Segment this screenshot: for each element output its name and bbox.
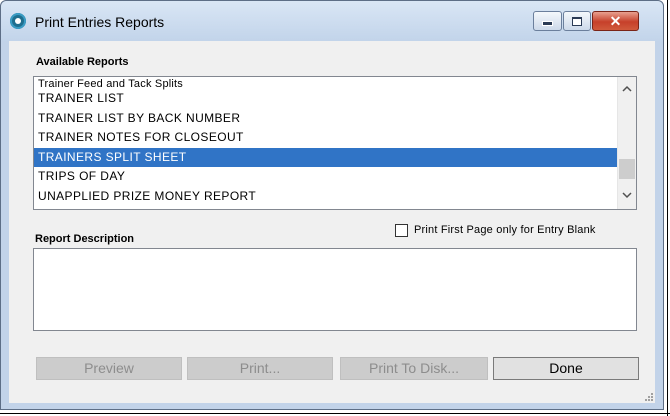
list-item[interactable]: TRIPS OF DAY xyxy=(34,167,619,187)
done-button[interactable]: Done xyxy=(493,357,639,380)
app-logo-icon xyxy=(10,13,26,29)
maximize-button[interactable] xyxy=(563,11,591,31)
available-reports-label: Available Reports xyxy=(36,56,129,68)
list-item[interactable]: Trainer Feed and Tack Splits xyxy=(34,77,619,90)
close-icon: ✕ xyxy=(609,13,622,29)
print-to-disk-button[interactable]: Print To Disk... xyxy=(340,357,488,380)
background-edge xyxy=(0,413,670,414)
minimize-icon xyxy=(542,21,553,26)
window-title: Print Entries Reports xyxy=(35,14,165,30)
close-button[interactable]: ✕ xyxy=(592,11,639,31)
list-item[interactable]: TRAINER LIST xyxy=(34,89,619,109)
chevron-up-icon[interactable] xyxy=(618,81,636,99)
resize-grip-icon[interactable] xyxy=(643,391,653,401)
dialog-body: Available Reports Trainer Feed and Tack … xyxy=(9,41,655,403)
scroll-thumb[interactable] xyxy=(619,159,635,179)
print-first-page-checkbox[interactable] xyxy=(395,224,408,237)
print-first-page-label[interactable]: Print First Page only for Entry Blank xyxy=(414,224,596,236)
print-entries-reports-dialog: Print Entries Reports ✕ Available Report… xyxy=(0,0,664,410)
vertical-scrollbar[interactable] xyxy=(617,77,636,209)
report-items: Trainer Feed and Tack Splits TRAINER LIS… xyxy=(34,77,619,206)
print-button[interactable]: Print... xyxy=(187,357,333,380)
maximize-icon xyxy=(572,17,582,26)
background-edge xyxy=(667,0,668,416)
preview-button[interactable]: Preview xyxy=(36,357,182,380)
title-bar[interactable]: Print Entries Reports ✕ xyxy=(1,1,663,41)
report-description-box[interactable] xyxy=(33,248,637,331)
list-item[interactable]: TRAINER NOTES FOR CLOSEOUT xyxy=(34,128,619,148)
chevron-down-icon[interactable] xyxy=(618,187,636,205)
list-item[interactable]: UNAPPLIED PRIZE MONEY REPORT xyxy=(34,187,619,207)
report-description-label: Report Description xyxy=(35,233,135,245)
list-item-selected[interactable]: TRAINERS SPLIT SHEET xyxy=(34,147,619,167)
available-reports-list[interactable]: Trainer Feed and Tack Splits TRAINER LIS… xyxy=(33,76,637,210)
list-item[interactable]: TRAINER LIST BY BACK NUMBER xyxy=(34,109,619,129)
minimize-button[interactable] xyxy=(533,11,562,31)
